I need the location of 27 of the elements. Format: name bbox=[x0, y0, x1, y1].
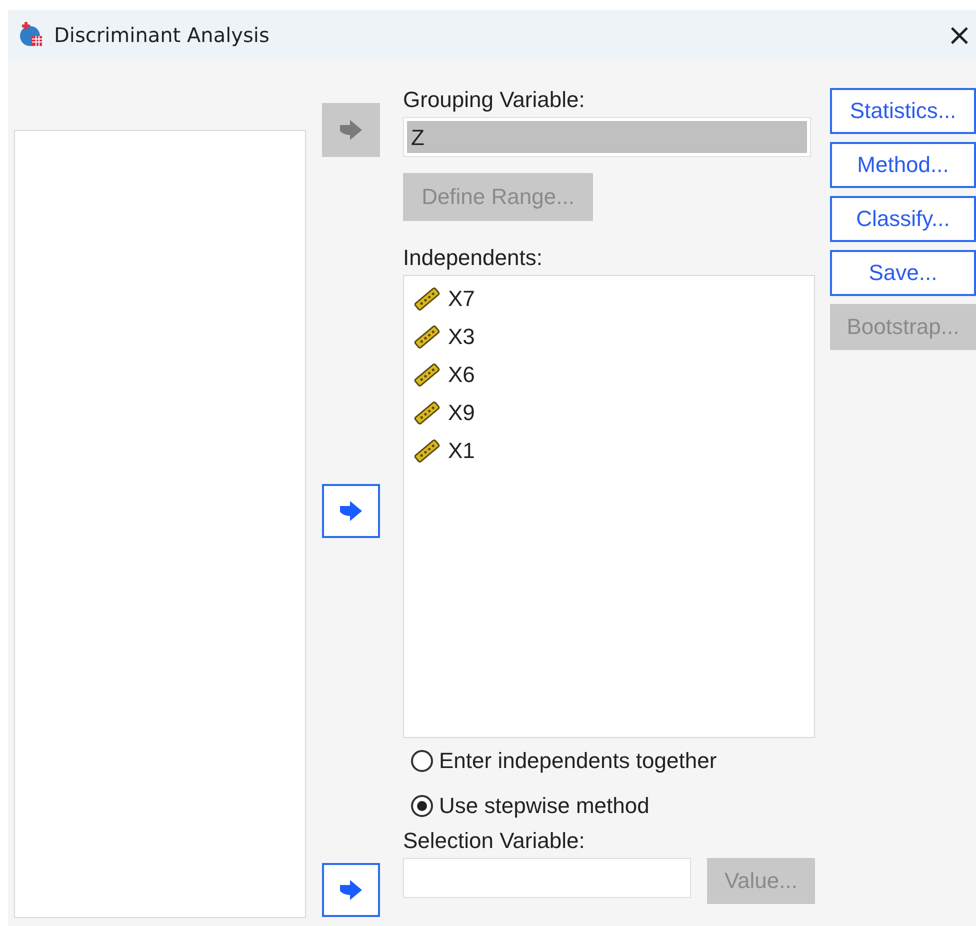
radio-button[interactable] bbox=[411, 750, 433, 772]
selection-variable-field[interactable] bbox=[403, 858, 691, 898]
variable-name[interactable]: X6 bbox=[448, 362, 475, 388]
move-arrow-button[interactable] bbox=[322, 484, 380, 538]
arrow-icon bbox=[338, 500, 364, 522]
dialog-button[interactable]: Method... bbox=[830, 142, 976, 188]
radio-label[interactable]: Use stepwise method bbox=[439, 792, 650, 818]
variable-name[interactable]: X3 bbox=[448, 324, 475, 350]
dialog-button[interactable]: Save... bbox=[830, 250, 976, 296]
independents-label: Independents: bbox=[403, 245, 544, 271]
app-icon bbox=[18, 22, 44, 48]
variable-name[interactable]: X1 bbox=[448, 438, 475, 464]
window-title: Discriminant Analysis bbox=[54, 23, 270, 47]
independents-list[interactable]: X7 X3 X6 X9 X1 bbox=[403, 275, 815, 738]
variable-name[interactable]: X9 bbox=[448, 400, 475, 426]
variable-name[interactable]: X7 bbox=[448, 286, 475, 312]
radio-button[interactable] bbox=[411, 794, 433, 816]
close-button[interactable]: × bbox=[942, 18, 976, 52]
dialog-button[interactable]: Classify... bbox=[830, 196, 976, 242]
grouping-variable-label: Grouping Variable: bbox=[403, 87, 586, 113]
arrow-icon bbox=[338, 119, 364, 141]
move-arrow-button[interactable] bbox=[322, 863, 380, 917]
selection-variable-label: Selection Variable: bbox=[403, 828, 586, 854]
grouping-variable-field[interactable]: Z bbox=[403, 117, 811, 157]
dialog-button[interactable]: Statistics... bbox=[830, 88, 976, 134]
arrow-icon bbox=[338, 879, 364, 901]
radio-label[interactable]: Enter independents together bbox=[439, 748, 717, 774]
